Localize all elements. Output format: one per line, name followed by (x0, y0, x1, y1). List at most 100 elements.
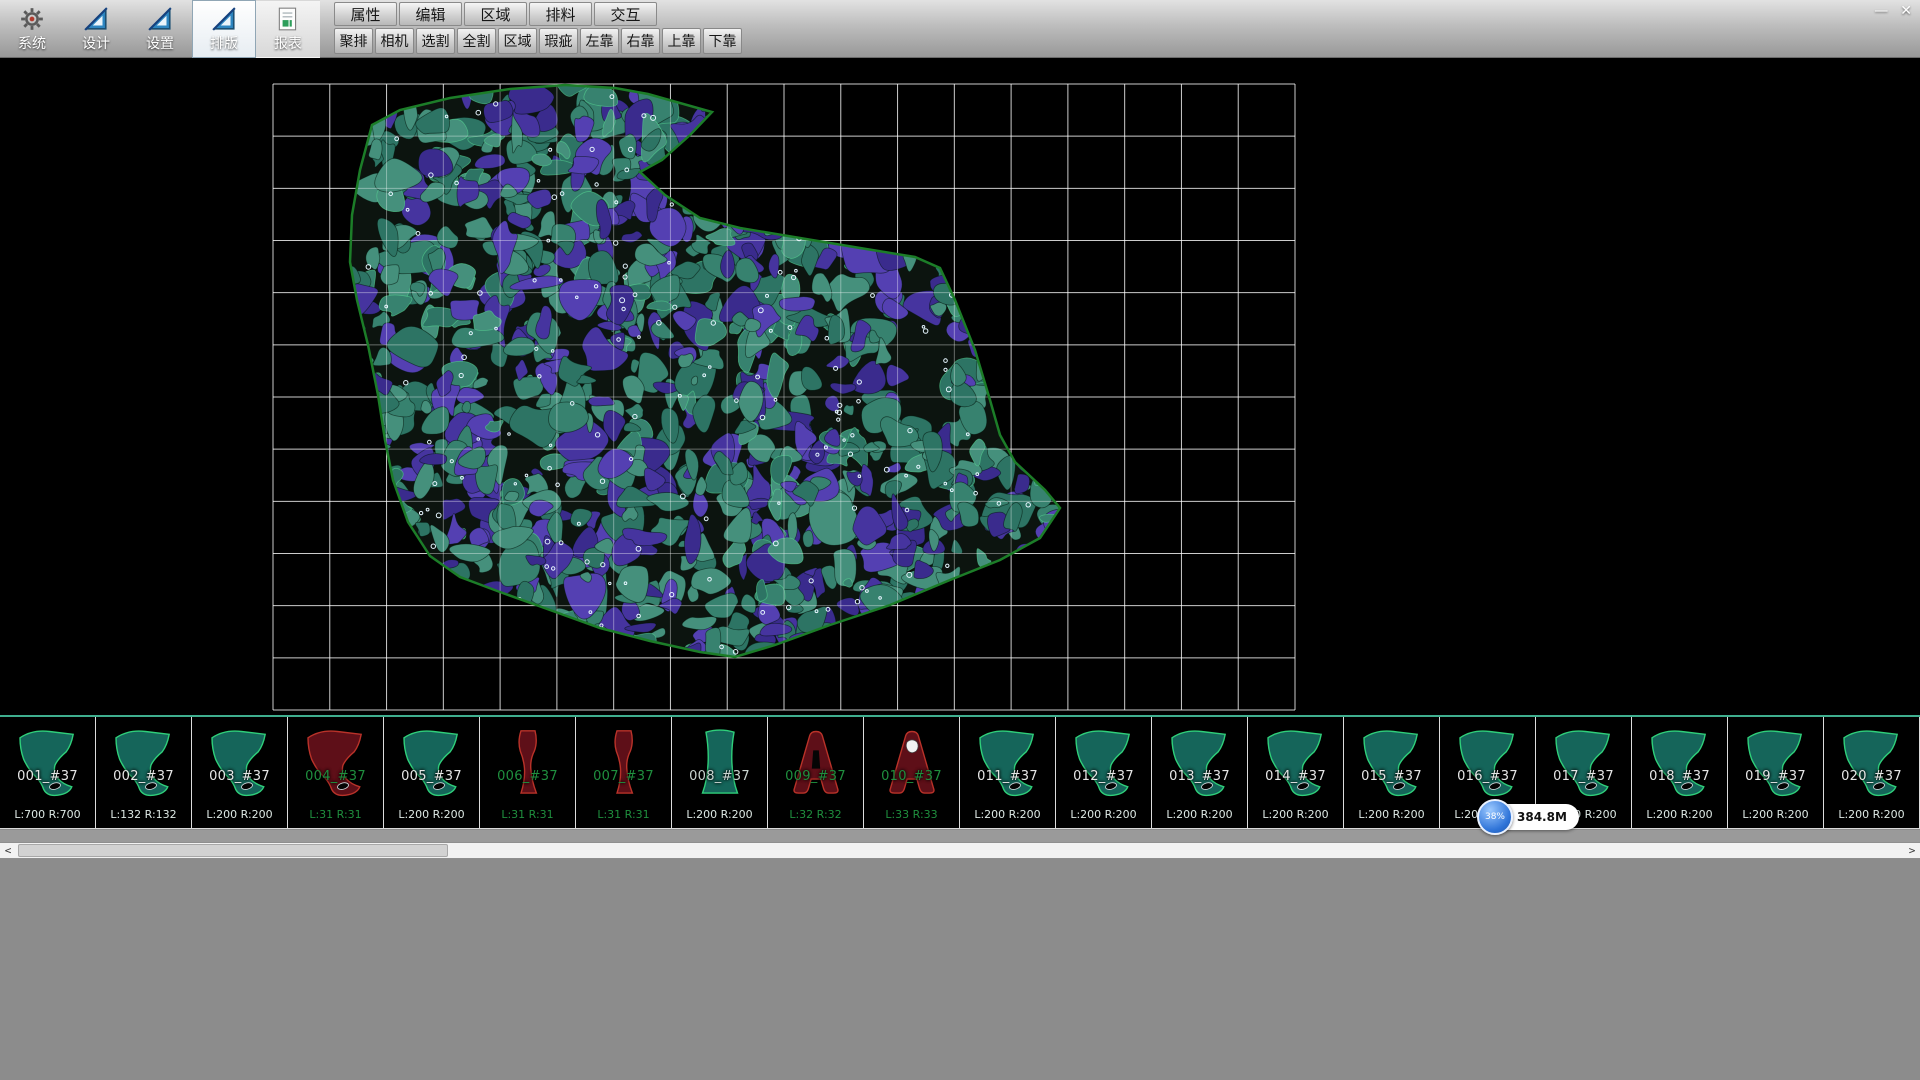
piece-shape (1165, 720, 1235, 806)
piece-shape (1453, 720, 1523, 806)
mode-button-gear[interactable]: 系统 (0, 0, 64, 58)
piece-thumbnail-001[interactable]: 001_#37 L:700 R:700 (0, 717, 96, 828)
piece-name: 016_#37 (1440, 769, 1535, 784)
piece-thumbnail-006[interactable]: 006_#37 L:31 R:31 (480, 717, 576, 828)
piece-shape (1261, 720, 1331, 806)
piece-thumbnail-004[interactable]: 004_#37L:31 R:31 (288, 717, 384, 828)
horizontal-scrollbar[interactable]: < > (0, 842, 1920, 859)
scroll-right-arrow[interactable]: > (1904, 844, 1920, 857)
piece-name: 011_#37 (960, 769, 1055, 784)
piece-name: 009_#37 (768, 769, 863, 784)
piece-shape (1069, 720, 1139, 806)
piece-name: 008_#37 (672, 769, 767, 784)
piece-lr-count: L:200 R:200 (672, 808, 767, 821)
piece-lr-count: L:200 R:200 (1248, 808, 1343, 821)
piece-lr-count: L:200 R:200 (1056, 808, 1151, 821)
piece-thumbnail-007[interactable]: 007_#37L:31 R:31 (576, 717, 672, 828)
piece-thumbnail-012[interactable]: 012_#37L:200 R:200 (1056, 717, 1152, 828)
nesting-canvas[interactable] (0, 58, 1920, 715)
piece-thumbnail-011[interactable]: 011_#37L:200 R:200 (960, 717, 1056, 828)
mode-button-label: 报表 (274, 37, 302, 52)
piece-lr-count: L:32 R:32 (768, 808, 863, 821)
tool-button-9[interactable]: 上靠 (662, 28, 701, 54)
design-icon (83, 6, 109, 36)
piece-thumbnail-020[interactable]: 020_#37L:200 R:200 (1824, 717, 1920, 828)
piece-name: 018_#37 (1632, 769, 1727, 784)
report-icon (275, 6, 301, 36)
gear-icon (19, 6, 45, 36)
piece-thumbnail-008[interactable]: 008_#37 L:200 R:200 (672, 717, 768, 828)
piece-thumbnail-009[interactable]: 009_#37 L:32 R:32 (768, 717, 864, 828)
piece-name: 020_#37 (1824, 769, 1919, 784)
piece-lr-count: L:200 R:200 (1152, 808, 1247, 821)
scrollbar-track[interactable] (16, 843, 1904, 858)
piece-thumbnail-005[interactable]: 005_#37L:200 R:200 (384, 717, 480, 828)
piece-shape (781, 720, 851, 806)
toolbar: 系统设计设置排版报表 属性编辑区域排料交互 聚排相机选割全割区域瑕疵左靠右靠上靠… (0, 0, 1920, 58)
piece-thumbnail-014[interactable]: 014_#37 L:200 R:200 (1248, 717, 1344, 828)
piece-lr-count: L:200 R:200 (192, 808, 287, 821)
layout-icon (211, 6, 237, 36)
piece-lr-count: L:200 R:200 (384, 808, 479, 821)
scroll-left-arrow[interactable]: < (0, 844, 16, 857)
tool-button-7[interactable]: 左靠 (580, 28, 619, 54)
scrollbar-thumb[interactable] (18, 844, 448, 857)
piece-thumbnail-010[interactable]: 010_#37 L:33 R:33 (864, 717, 960, 828)
tool-button-10[interactable]: 下靠 (703, 28, 742, 54)
piece-thumbnail-018[interactable]: 018_#37 L:200 R:200 (1632, 717, 1728, 828)
piece-lr-count: L:31 R:31 (480, 808, 575, 821)
menu-tab-4[interactable]: 排料 (529, 2, 592, 26)
piece-shape (1357, 720, 1427, 806)
menu-area: 属性编辑区域排料交互 聚排相机选割全割区域瑕疵左靠右靠上靠下靠 (334, 0, 742, 57)
mode-buttons: 系统设计 设置排版报表 (0, 0, 320, 57)
piece-name: 013_#37 (1152, 769, 1247, 784)
piece-thumbnail-002[interactable]: 002_#37 L:132 R:132 (96, 717, 192, 828)
strip-gap (0, 830, 1920, 842)
tool-button-3[interactable]: 选割 (416, 28, 455, 54)
menu-tab-3[interactable]: 区域 (464, 2, 527, 26)
mode-button-report[interactable]: 报表 (256, 0, 320, 58)
tool-button-5[interactable]: 区域 (498, 28, 537, 54)
piece-lr-count: L:132 R:132 (96, 808, 191, 821)
tool-button-4[interactable]: 全割 (457, 28, 496, 54)
window-controls: — ✕ (1874, 3, 1912, 19)
piece-shape (589, 720, 659, 806)
piece-thumbnail-003[interactable]: 003_#37 L:200 R:200 (192, 717, 288, 828)
piece-name: 010_#37 (864, 769, 959, 784)
mode-button-settings[interactable]: 设置 (128, 0, 192, 58)
piece-name: 006_#37 (480, 769, 575, 784)
piece-lr-count: L:33 R:33 (864, 808, 959, 821)
piece-shape (397, 720, 467, 806)
tool-button-6[interactable]: 瑕疵 (539, 28, 578, 54)
piece-name: 003_#37 (192, 769, 287, 784)
piece-thumbnail-013[interactable]: 013_#37 L:200 R:200 (1152, 717, 1248, 828)
piece-shape (973, 720, 1043, 806)
piece-name: 004_#37 (288, 769, 383, 784)
piece-name: 002_#37 (96, 769, 191, 784)
progress-badge: 38% 384.8M (1477, 799, 1579, 835)
piece-lr-count: L:200 R:200 (1344, 808, 1439, 821)
piece-name: 019_#37 (1728, 769, 1823, 784)
piece-name: 001_#37 (0, 769, 95, 784)
menu-tabs: 属性编辑区域排料交互 (334, 2, 742, 26)
bottom-empty-area (0, 860, 1920, 1080)
menu-tab-2[interactable]: 编辑 (399, 2, 462, 26)
piece-lr-count: L:700 R:700 (0, 808, 95, 821)
piece-lr-count: L:200 R:200 (1728, 808, 1823, 821)
piece-thumbnail-015[interactable]: 015_#37L:200 R:200 (1344, 717, 1440, 828)
tool-button-2[interactable]: 相机 (375, 28, 414, 54)
piece-lr-count: L:31 R:31 (576, 808, 671, 821)
piece-name: 014_#37 (1248, 769, 1343, 784)
tool-button-1[interactable]: 聚排 (334, 28, 373, 54)
menu-tab-5[interactable]: 交互 (594, 2, 657, 26)
close-button[interactable]: ✕ (1900, 3, 1912, 19)
piece-thumbnail-019[interactable]: 019_#37 L:200 R:200 (1728, 717, 1824, 828)
mode-button-design[interactable]: 设计 (64, 0, 128, 58)
piece-lr-count: L:200 R:200 (1632, 808, 1727, 821)
piece-shape (13, 720, 83, 806)
menu-tab-1[interactable]: 属性 (334, 2, 397, 26)
mode-button-label: 设计 (82, 37, 110, 52)
mode-button-layout[interactable]: 排版 (192, 0, 256, 58)
tool-button-8[interactable]: 右靠 (621, 28, 660, 54)
minimize-button[interactable]: — (1874, 3, 1888, 19)
